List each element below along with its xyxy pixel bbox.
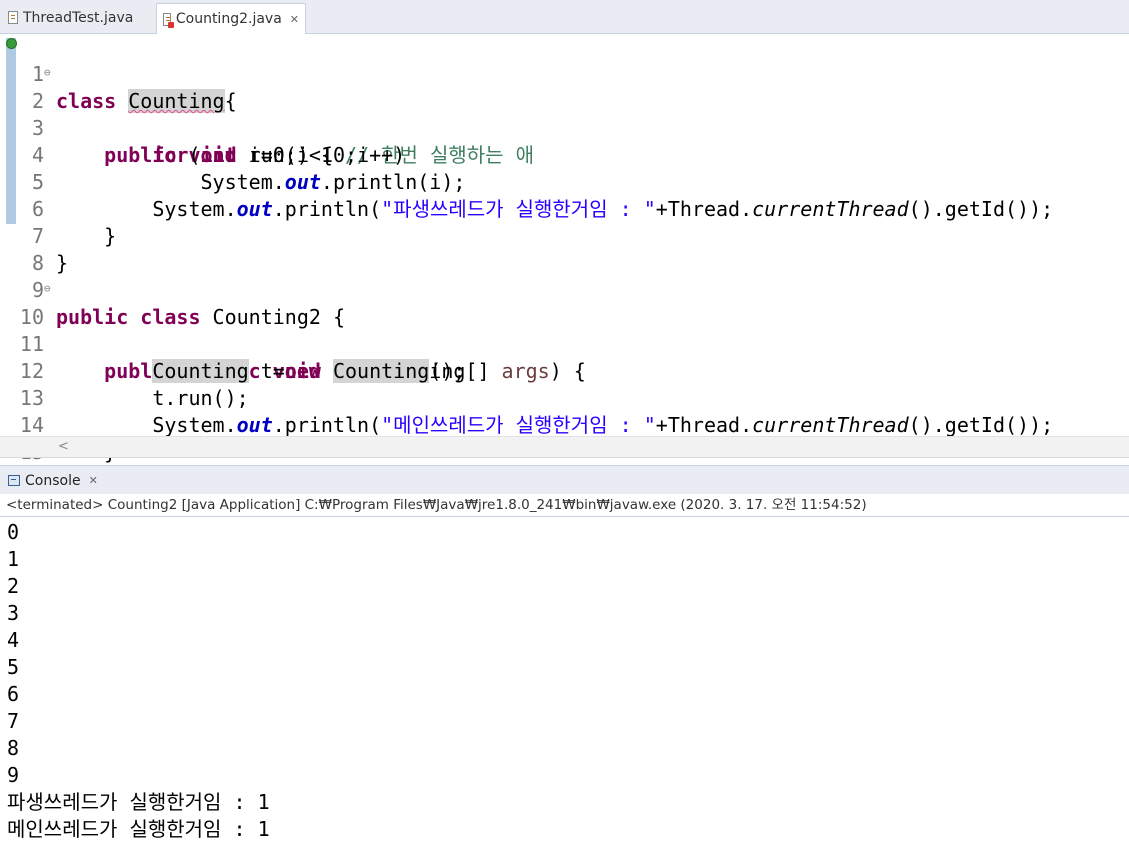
code-line: 1 class Counting{ bbox=[0, 34, 1129, 113]
console-line: 메인쓰레드가 실행한거임 : 1 bbox=[7, 817, 270, 841]
code-line: 12 t.run(); bbox=[0, 331, 1129, 410]
code-line: 9 public class Counting2 { bbox=[0, 250, 1129, 329]
console-line: 1 bbox=[7, 547, 20, 571]
console-line: 9 bbox=[7, 763, 20, 787]
close-icon[interactable]: ✕ bbox=[290, 13, 299, 26]
console-output[interactable]: 0 1 2 3 4 5 6 7 8 9 파생쓰레드가 실행한거임 : 1 메인쓰… bbox=[0, 519, 1129, 854]
java-file-error-icon bbox=[163, 12, 174, 28]
console-line: 3 bbox=[7, 601, 20, 625]
code-line: 8 bbox=[0, 223, 1129, 275]
code-line: 14 } bbox=[0, 385, 1129, 464]
code-line: 10 ⊖ public static void main(String[] ar… bbox=[0, 275, 1129, 383]
close-icon[interactable]: ✕ bbox=[89, 474, 98, 487]
fold-collapse-icon[interactable]: ⊖ bbox=[44, 59, 51, 86]
tab-label: ThreadTest.java bbox=[23, 9, 134, 26]
horizontal-scrollbar[interactable]: < bbox=[0, 436, 1129, 458]
tab-threadtest[interactable]: ThreadTest.java bbox=[2, 3, 139, 32]
console-status: <terminated> Counting2 [Java Application… bbox=[0, 494, 1129, 517]
console-line: 6 bbox=[7, 682, 20, 706]
console-line: 8 bbox=[7, 736, 20, 760]
tab-console[interactable]: Console ✕ bbox=[0, 466, 106, 495]
editor-tab-bar: ThreadTest.java Counting2.java ✕ bbox=[0, 0, 1129, 34]
console-line: 파생쓰레드가 실행한거임 : 1 bbox=[7, 790, 270, 814]
code-line: 3 for(int i=0;i<10;i++) bbox=[0, 88, 1129, 167]
console-line: 2 bbox=[7, 574, 20, 598]
console-line: 4 bbox=[7, 628, 20, 652]
code-line: 13 System.out.println("메인쓰레드가 실행한거임 : "+… bbox=[0, 358, 1129, 437]
console-tab-bar: Console ✕ bbox=[0, 465, 1129, 495]
console-tab-label: Console bbox=[25, 472, 81, 489]
code-line: 11 Counting t=new Counting(); bbox=[0, 304, 1129, 383]
fold-collapse-icon[interactable]: ⊖ bbox=[44, 275, 51, 302]
tab-label: Counting2.java bbox=[175, 11, 282, 27]
code-line: 4 System.out.println(i); bbox=[0, 115, 1129, 194]
code-line: 7 } bbox=[0, 196, 1129, 275]
scroll-left-arrow-icon[interactable]: < bbox=[58, 437, 69, 457]
code-editor[interactable]: 1 class Counting{ 2 ⊖ public void run() … bbox=[0, 34, 1129, 491]
code-line: 15 } bbox=[0, 412, 1129, 491]
console-icon bbox=[8, 475, 20, 486]
console-line: 5 bbox=[7, 655, 20, 679]
java-file-icon bbox=[8, 11, 18, 24]
tab-counting2[interactable]: Counting2.java ✕ bbox=[156, 3, 306, 34]
console-line: 0 bbox=[7, 520, 20, 544]
code-line: 6 } bbox=[0, 169, 1129, 248]
code-line: 2 ⊖ public void run() { // 한번 실행하는 애 bbox=[0, 59, 1129, 167]
console-line: 7 bbox=[7, 709, 20, 733]
code-line: 5 System.out.println("파생쓰레드가 실행한거임 : "+T… bbox=[0, 142, 1129, 221]
